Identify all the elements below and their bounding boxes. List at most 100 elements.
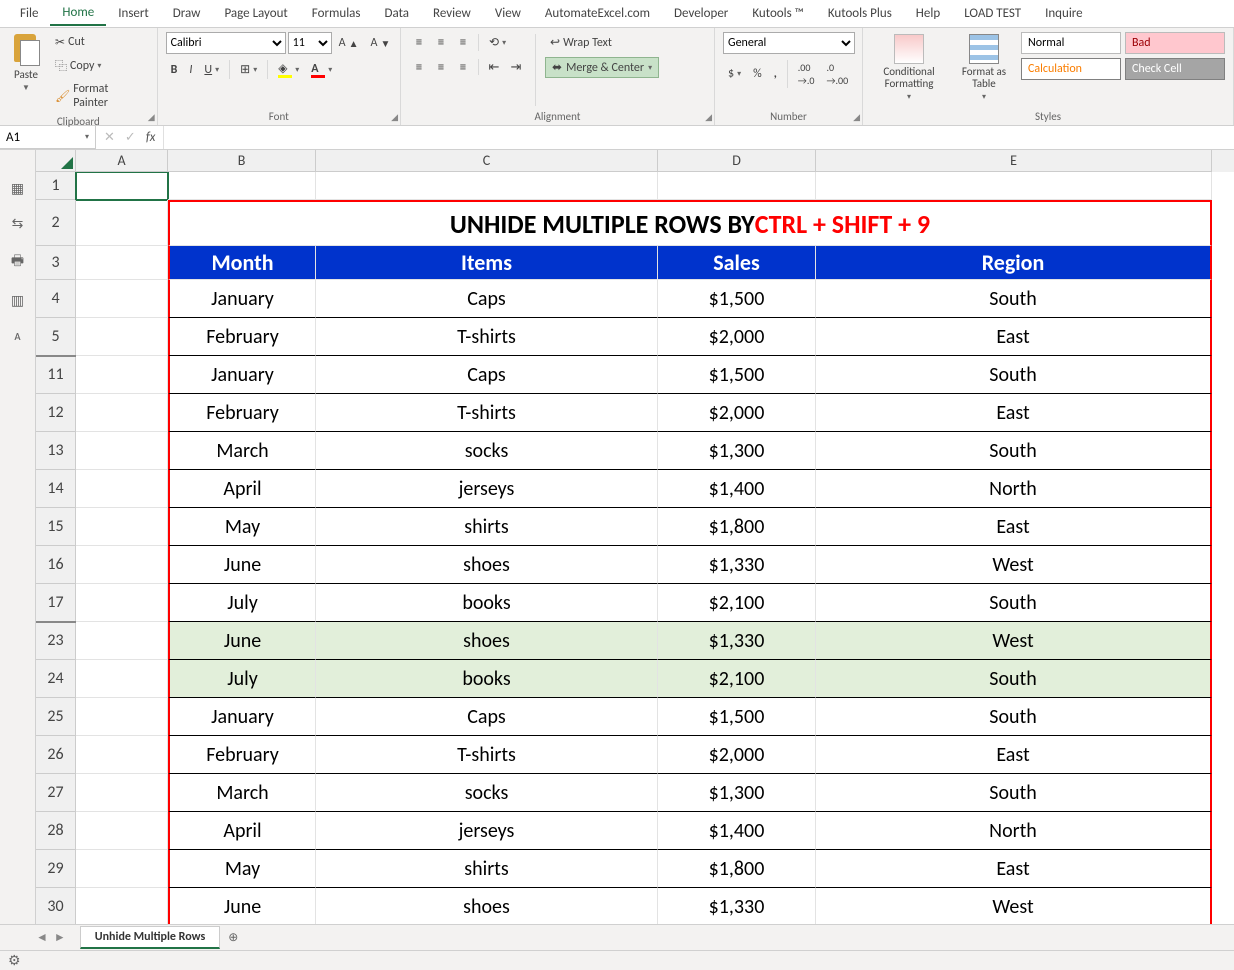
italic-button[interactable]: I (184, 60, 197, 80)
font-name-combo[interactable]: Calibri (166, 32, 286, 54)
align-left-button[interactable]: ≡ (409, 57, 429, 77)
cell[interactable]: January (168, 698, 316, 736)
cell[interactable]: July (168, 660, 316, 698)
row-header[interactable]: 28 (36, 812, 76, 850)
side-icon[interactable]: ▥ (11, 292, 24, 309)
cell[interactable]: shoes (316, 622, 658, 660)
cell[interactable]: $1,300 (658, 432, 816, 470)
cell[interactable]: Region (816, 246, 1212, 280)
cell[interactable]: socks (316, 432, 658, 470)
formula-input[interactable] (164, 126, 1234, 149)
dialog-launcher-icon[interactable]: ◢ (391, 112, 398, 123)
row-header[interactable]: 11 (36, 356, 76, 394)
row-header[interactable]: 2 (36, 200, 76, 246)
cell[interactable]: $2,000 (658, 318, 816, 356)
decrease-indent-button[interactable]: ⇤ (484, 57, 504, 77)
cell[interactable]: $1,500 (658, 698, 816, 736)
cell[interactable]: March (168, 432, 316, 470)
ribbon-tab[interactable]: Data (373, 2, 422, 25)
cell[interactable] (76, 850, 168, 888)
cell[interactable] (76, 432, 168, 470)
cell[interactable] (76, 280, 168, 318)
cell[interactable]: West (816, 622, 1212, 660)
new-sheet-button[interactable]: ⊕ (222, 927, 244, 949)
number-format-combo[interactable]: General (723, 32, 855, 54)
gear-icon[interactable]: ⚙ (8, 952, 21, 969)
cell[interactable]: $1,800 (658, 508, 816, 546)
row-header[interactable]: 24 (36, 660, 76, 698)
row-header[interactable]: 26 (36, 736, 76, 774)
font-color-button[interactable]: A▾ (306, 59, 337, 81)
sheet-tab-active[interactable]: Unhide Multiple Rows (80, 926, 221, 949)
row-header[interactable]: 4 (36, 280, 76, 318)
cell[interactable]: T-shirts (316, 736, 658, 774)
cell[interactable]: June (168, 888, 316, 924)
sheet-nav-next[interactable]: ► (54, 930, 66, 945)
title-cell[interactable]: UNHIDE MULTIPLE ROWS BY CTRL + SHIFT + 9 (168, 200, 1212, 246)
row-header[interactable]: 29 (36, 850, 76, 888)
copy-button[interactable]: ⿻Copy▾ (50, 54, 149, 77)
row-header[interactable]: 17 (36, 584, 76, 622)
cell[interactable] (658, 172, 816, 200)
fill-color-button[interactable]: ◈▾ (273, 58, 304, 81)
row-header[interactable]: 13 (36, 432, 76, 470)
cell[interactable]: March (168, 774, 316, 812)
cell[interactable]: South (816, 356, 1212, 394)
side-icon[interactable]: 🖶 (11, 250, 24, 274)
increase-decimal-button[interactable]: .00→.0 (793, 58, 820, 90)
cell[interactable] (76, 888, 168, 924)
style-check-cell[interactable]: Check Cell (1125, 58, 1225, 80)
cell[interactable] (76, 172, 168, 200)
dialog-launcher-icon[interactable]: ◢ (705, 112, 712, 123)
cell[interactable]: Caps (316, 698, 658, 736)
col-header[interactable]: D (658, 150, 816, 172)
col-header[interactable]: B (168, 150, 316, 172)
name-box[interactable]: A1▾ (0, 126, 96, 149)
ribbon-tab[interactable]: Help (904, 2, 952, 25)
cell[interactable]: Items (316, 246, 658, 280)
col-header[interactable]: A (76, 150, 168, 172)
format-painter-button[interactable]: 🖌Format Painter (50, 79, 149, 113)
cell[interactable]: April (168, 470, 316, 508)
cell[interactable]: South (816, 774, 1212, 812)
cell[interactable]: February (168, 736, 316, 774)
underline-button[interactable]: U▾ (199, 60, 224, 80)
orientation-button[interactable]: ⟲▾ (484, 32, 511, 53)
row-header[interactable]: 14 (36, 470, 76, 508)
cell[interactable] (76, 736, 168, 774)
accounting-format-button[interactable]: $▾ (723, 64, 746, 84)
side-icon[interactable]: ᴀ (14, 327, 21, 344)
ribbon-tab[interactable]: Page Layout (212, 2, 299, 25)
cell[interactable]: shirts (316, 508, 658, 546)
cell[interactable]: jerseys (316, 812, 658, 850)
cell[interactable]: books (316, 584, 658, 622)
col-header[interactable]: C (316, 150, 658, 172)
increase-font-button[interactable]: A▲ (334, 33, 364, 53)
cell[interactable] (316, 172, 658, 200)
style-bad[interactable]: Bad (1125, 32, 1225, 54)
cell[interactable]: June (168, 546, 316, 584)
cell[interactable] (76, 470, 168, 508)
decrease-font-button[interactable]: A▼ (366, 33, 396, 53)
ribbon-tab[interactable]: Formulas (300, 2, 373, 25)
cell[interactable]: June (168, 622, 316, 660)
cell[interactable]: February (168, 318, 316, 356)
cell[interactable]: T-shirts (316, 318, 658, 356)
row-header[interactable]: 12 (36, 394, 76, 432)
cell[interactable]: $1,800 (658, 850, 816, 888)
dialog-launcher-icon[interactable]: ◢ (853, 112, 860, 123)
cell[interactable]: May (168, 508, 316, 546)
cell[interactable] (76, 356, 168, 394)
cell[interactable]: $1,330 (658, 622, 816, 660)
cell[interactable] (76, 698, 168, 736)
paste-button[interactable]: Paste ▼ (8, 32, 44, 95)
cell[interactable] (76, 546, 168, 584)
ribbon-tab[interactable]: Home (50, 1, 106, 26)
cell[interactable]: $1,500 (658, 280, 816, 318)
align-right-button[interactable]: ≡ (453, 57, 473, 77)
wrap-text-button[interactable]: ↩Wrap Text (545, 32, 659, 53)
cell[interactable]: West (816, 546, 1212, 584)
cell[interactable]: $1,500 (658, 356, 816, 394)
cell[interactable]: $2,000 (658, 394, 816, 432)
cell[interactable]: North (816, 812, 1212, 850)
